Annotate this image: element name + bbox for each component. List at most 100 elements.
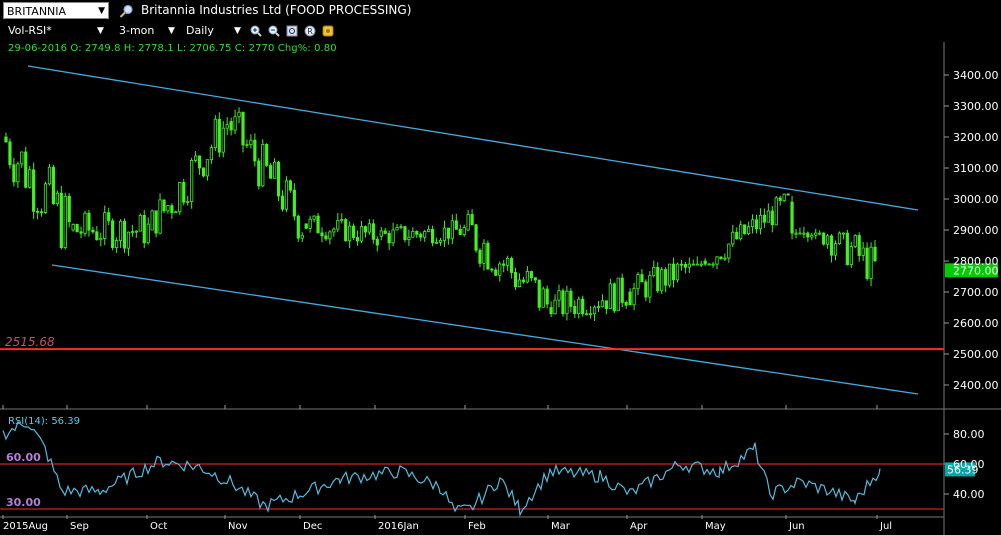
candle-body <box>304 223 308 229</box>
candle-body <box>454 220 458 230</box>
candle-body <box>351 225 356 238</box>
candle-body <box>581 298 585 315</box>
candle-body <box>790 201 794 234</box>
candle-body <box>28 169 32 188</box>
candle-body <box>146 223 150 244</box>
candle-body <box>668 263 672 286</box>
candle-body <box>837 232 842 245</box>
candle-body <box>826 235 830 245</box>
candle-body <box>671 263 676 281</box>
x-tick-label: Mar <box>551 521 571 532</box>
candle-body <box>174 211 178 214</box>
candle-body <box>75 223 79 233</box>
candle-body <box>355 237 360 242</box>
candle-body <box>786 193 790 196</box>
candle-body <box>43 183 48 213</box>
candle-body <box>573 305 577 314</box>
candle-body <box>438 239 443 243</box>
candle-body <box>806 232 810 238</box>
y-tick-label: 2400.00 <box>953 379 999 392</box>
candle-body <box>458 228 462 235</box>
candle-body <box>434 241 439 244</box>
candle-body <box>719 256 723 259</box>
candle-body <box>158 199 162 234</box>
candle-body <box>134 230 138 233</box>
y-tick-label: 3300.00 <box>953 100 999 113</box>
candle-body <box>63 195 67 248</box>
candle-body <box>265 144 269 166</box>
candle-body <box>190 160 194 202</box>
candle-body <box>849 246 853 265</box>
x-tick-label: May <box>705 521 726 532</box>
candle-body <box>869 246 873 279</box>
candle-body <box>308 218 312 229</box>
candle-body <box>241 111 245 146</box>
candle-body <box>774 197 778 226</box>
candle-body <box>853 235 857 247</box>
y-tick-label: 2800.00 <box>953 255 999 268</box>
candle-body <box>284 180 289 210</box>
candle-body <box>55 192 59 205</box>
candle-body <box>873 246 877 262</box>
candle-body <box>288 180 293 191</box>
candle-body <box>67 195 71 223</box>
candle-body <box>107 212 111 222</box>
candle-body <box>36 210 40 213</box>
candle-body <box>513 272 518 288</box>
candle-body <box>79 231 83 234</box>
candle-body <box>253 139 257 162</box>
candle-body <box>857 235 861 256</box>
candle-body <box>636 274 640 289</box>
candle-body <box>16 163 20 183</box>
candle-body <box>415 231 419 235</box>
candle-body <box>525 271 530 283</box>
candle-body <box>517 279 522 288</box>
candle-body <box>383 230 387 234</box>
candle-body <box>557 290 561 301</box>
candle-body <box>608 283 612 309</box>
candle-body <box>379 230 383 237</box>
candle-body <box>324 235 328 240</box>
candle-body <box>778 197 782 201</box>
price-chart[interactable]: 2515.682770.00 RSI(14): 56.3960.0030.005… <box>0 0 1001 535</box>
candle-body <box>442 227 447 241</box>
candle-body <box>770 210 774 226</box>
candle-body <box>423 231 427 238</box>
candle-body <box>419 233 423 238</box>
y-tick-label: 3400.00 <box>953 69 999 82</box>
candle-body <box>115 240 119 248</box>
candle-body <box>348 225 352 242</box>
candle-body <box>632 287 636 306</box>
candle-body <box>506 258 510 266</box>
candle-body <box>545 288 549 305</box>
candle-body <box>865 247 869 279</box>
candle-body <box>261 144 265 187</box>
candle-body <box>537 279 541 308</box>
candle-body <box>735 231 739 240</box>
candle-body <box>818 232 822 235</box>
candle-body <box>91 229 95 233</box>
candle-body <box>691 263 695 266</box>
candle-body <box>407 236 411 241</box>
candle-body <box>83 212 87 234</box>
candle-body <box>367 223 372 233</box>
rsi-y-tick-label: 40.00 <box>953 488 985 501</box>
candle-body <box>24 151 28 188</box>
candle-body <box>47 166 52 185</box>
candle-body <box>585 313 589 316</box>
candle-body <box>245 144 249 147</box>
candle-body <box>205 159 210 177</box>
candle-body <box>802 232 806 235</box>
candle-body <box>411 231 415 238</box>
candle-body <box>754 219 759 230</box>
candle-body <box>498 263 502 276</box>
candle-body <box>589 313 593 316</box>
candle-body <box>474 224 478 251</box>
candle-body <box>758 214 763 230</box>
candle-body <box>359 226 364 242</box>
candle-body <box>482 242 486 264</box>
candle-body <box>833 243 838 256</box>
candle-body <box>652 267 656 277</box>
candle-body <box>494 269 498 276</box>
candle-body <box>656 267 660 292</box>
